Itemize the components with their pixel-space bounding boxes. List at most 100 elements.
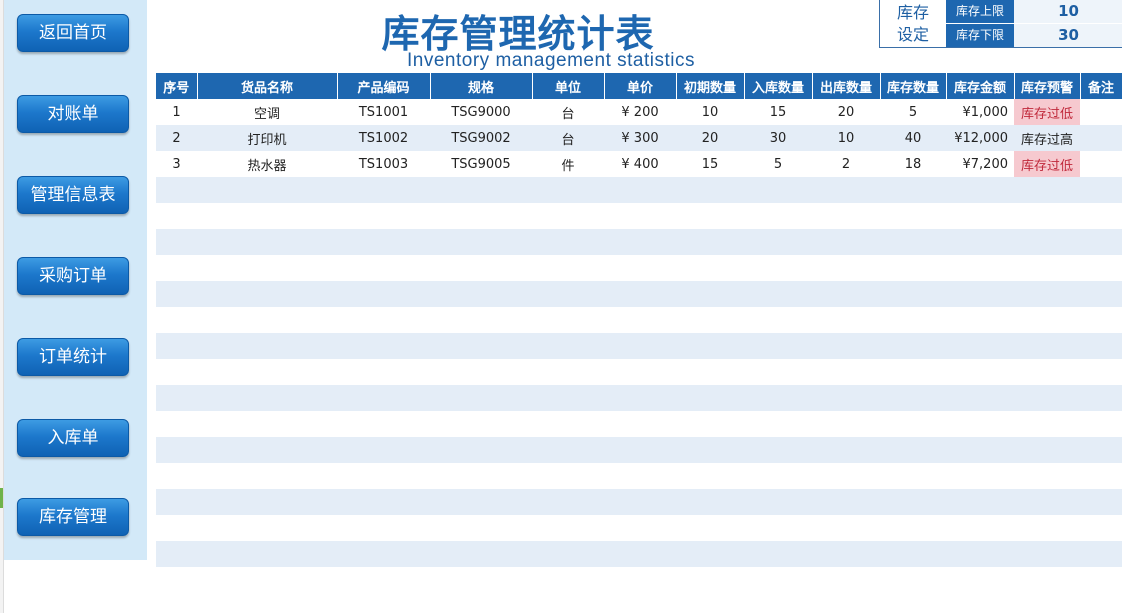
empty-cell[interactable] — [156, 333, 197, 359]
cell-initial-qty[interactable]: 10 — [676, 99, 744, 125]
empty-cell[interactable] — [1014, 177, 1080, 203]
cell-initial-qty[interactable]: 20 — [676, 125, 744, 151]
empty-cell[interactable] — [337, 359, 430, 385]
empty-cell[interactable] — [337, 203, 430, 229]
empty-cell[interactable] — [337, 333, 430, 359]
cell-unit-price[interactable]: ¥ 200 — [604, 99, 676, 125]
empty-cell[interactable] — [156, 411, 197, 437]
cell-remarks[interactable] — [1080, 125, 1122, 151]
empty-cell[interactable] — [676, 385, 744, 411]
empty-cell[interactable] — [1014, 463, 1080, 489]
cell-stock-qty[interactable]: 18 — [880, 151, 946, 177]
empty-cell[interactable] — [744, 281, 812, 307]
empty-cell[interactable] — [812, 255, 880, 281]
empty-cell[interactable] — [744, 177, 812, 203]
empty-cell[interactable] — [430, 307, 532, 333]
cell-unit[interactable]: 台 — [532, 99, 604, 125]
empty-cell[interactable] — [604, 489, 676, 515]
empty-cell[interactable] — [604, 515, 676, 541]
empty-cell[interactable] — [197, 177, 337, 203]
empty-cell[interactable] — [1014, 255, 1080, 281]
empty-cell[interactable] — [532, 281, 604, 307]
empty-cell[interactable] — [337, 385, 430, 411]
empty-cell[interactable] — [532, 359, 604, 385]
empty-cell[interactable] — [946, 281, 1014, 307]
empty-cell[interactable] — [946, 489, 1014, 515]
empty-cell[interactable] — [744, 203, 812, 229]
empty-cell[interactable] — [1080, 489, 1122, 515]
empty-cell[interactable] — [1080, 515, 1122, 541]
empty-cell[interactable] — [337, 541, 430, 567]
empty-cell[interactable] — [880, 307, 946, 333]
empty-cell[interactable] — [1014, 515, 1080, 541]
cell-inbound-qty[interactable]: 15 — [744, 99, 812, 125]
empty-cell[interactable] — [1080, 437, 1122, 463]
empty-cell[interactable] — [676, 541, 744, 567]
empty-cell[interactable] — [532, 489, 604, 515]
empty-cell[interactable] — [156, 385, 197, 411]
empty-cell[interactable] — [156, 541, 197, 567]
empty-cell[interactable] — [604, 359, 676, 385]
empty-cell[interactable] — [197, 203, 337, 229]
empty-cell[interactable] — [676, 515, 744, 541]
empty-cell[interactable] — [812, 307, 880, 333]
empty-cell[interactable] — [880, 333, 946, 359]
empty-cell[interactable] — [156, 177, 197, 203]
empty-cell[interactable] — [430, 411, 532, 437]
empty-cell[interactable] — [812, 411, 880, 437]
empty-cell[interactable] — [946, 203, 1014, 229]
empty-cell[interactable] — [197, 411, 337, 437]
cell-stock-amount[interactable]: ¥1,000 — [946, 99, 1014, 125]
empty-cell[interactable] — [676, 229, 744, 255]
empty-cell[interactable] — [744, 411, 812, 437]
empty-cell[interactable] — [430, 255, 532, 281]
empty-cell[interactable] — [744, 463, 812, 489]
cell-stock-qty[interactable]: 40 — [880, 125, 946, 151]
empty-cell[interactable] — [744, 359, 812, 385]
cell-remarks[interactable] — [1080, 99, 1122, 125]
empty-cell[interactable] — [604, 177, 676, 203]
empty-cell[interactable] — [337, 411, 430, 437]
empty-cell[interactable] — [946, 229, 1014, 255]
empty-cell[interactable] — [197, 489, 337, 515]
empty-cell[interactable] — [880, 177, 946, 203]
empty-cell[interactable] — [604, 255, 676, 281]
empty-cell[interactable] — [946, 437, 1014, 463]
empty-cell[interactable] — [812, 515, 880, 541]
empty-cell[interactable] — [880, 229, 946, 255]
cell-index[interactable]: 1 — [156, 99, 197, 125]
empty-cell[interactable] — [880, 437, 946, 463]
empty-cell[interactable] — [880, 385, 946, 411]
empty-cell[interactable] — [532, 411, 604, 437]
empty-cell[interactable] — [1014, 385, 1080, 411]
empty-cell[interactable] — [532, 307, 604, 333]
empty-cell[interactable] — [197, 515, 337, 541]
empty-cell[interactable] — [1080, 307, 1122, 333]
empty-cell[interactable] — [676, 333, 744, 359]
empty-cell[interactable] — [430, 177, 532, 203]
empty-cell[interactable] — [1080, 463, 1122, 489]
empty-cell[interactable] — [156, 255, 197, 281]
empty-cell[interactable] — [604, 307, 676, 333]
cell-stock-alert[interactable]: 库存过低 — [1014, 99, 1080, 125]
empty-cell[interactable] — [156, 489, 197, 515]
empty-cell[interactable] — [676, 281, 744, 307]
empty-cell[interactable] — [1080, 385, 1122, 411]
cell-unit-price[interactable]: ¥ 300 — [604, 125, 676, 151]
empty-cell[interactable] — [156, 281, 197, 307]
empty-cell[interactable] — [430, 281, 532, 307]
empty-cell[interactable] — [532, 541, 604, 567]
empty-cell[interactable] — [430, 385, 532, 411]
cell-unit[interactable]: 件 — [532, 151, 604, 177]
empty-cell[interactable] — [337, 515, 430, 541]
empty-cell[interactable] — [1080, 359, 1122, 385]
empty-cell[interactable] — [430, 541, 532, 567]
cell-product-name[interactable]: 打印机 — [197, 125, 337, 151]
empty-cell[interactable] — [156, 463, 197, 489]
cell-inbound-qty[interactable]: 30 — [744, 125, 812, 151]
empty-cell[interactable] — [1080, 281, 1122, 307]
empty-cell[interactable] — [430, 359, 532, 385]
empty-cell[interactable] — [337, 229, 430, 255]
empty-cell[interactable] — [812, 463, 880, 489]
cell-outbound-qty[interactable]: 10 — [812, 125, 880, 151]
